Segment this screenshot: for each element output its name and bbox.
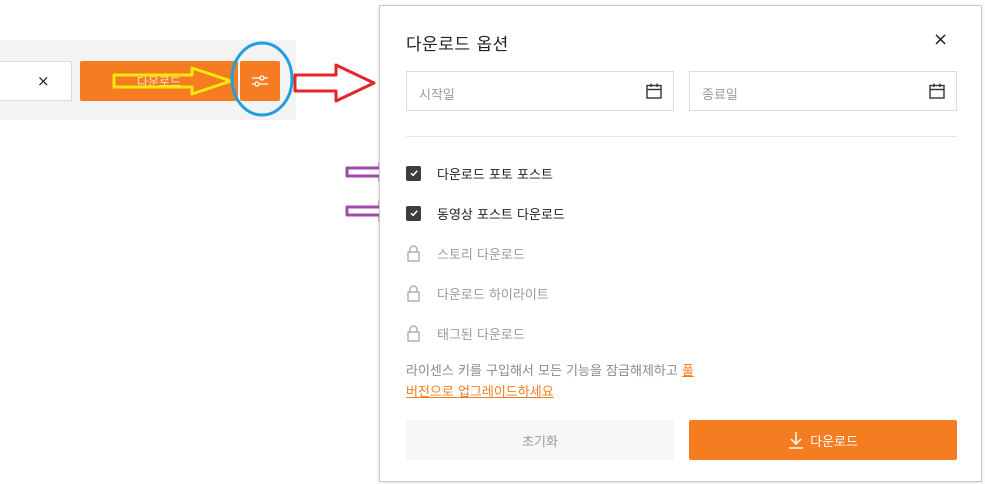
option-label: 스토리 다운로드 xyxy=(437,247,525,263)
divider xyxy=(406,136,957,137)
lock-icon xyxy=(407,325,420,342)
check-icon xyxy=(409,170,418,177)
upgrade-link[interactable]: 버전으로 업그레이드하세요 xyxy=(406,385,554,400)
download-button[interactable]: 다운로드 xyxy=(689,420,957,460)
download-label: 다운로드 xyxy=(810,434,858,450)
dialog-title: 다운로드 옵션 xyxy=(406,35,509,55)
download-options-dialog: 다운로드 옵션 × 시작일 종료일 다운로드 포토 포스트 동영상 포스트 다운… xyxy=(379,5,982,482)
option-video-posts[interactable]: 동영상 포스트 다운로드 xyxy=(406,202,565,224)
checkbox-checked[interactable] xyxy=(406,165,421,181)
close-icon[interactable]: × xyxy=(933,30,948,50)
toolbar-download-button[interactable]: 다운로드 xyxy=(80,61,238,101)
upgrade-note: 라이센스 키를 구입해서 모든 기능을 잠금해제하고 풀 버전으로 업그레이드하… xyxy=(406,361,756,403)
reset-label: 초기화 xyxy=(522,434,558,450)
option-label: 태그된 다운로드 xyxy=(437,327,525,343)
option-stories-locked: 스토리 다운로드 xyxy=(406,242,525,264)
option-label: 동영상 포스트 다운로드 xyxy=(437,207,565,223)
clear-icon[interactable]: × xyxy=(37,72,50,90)
toolbar-download-label: 다운로드 xyxy=(136,74,182,89)
download-icon xyxy=(789,432,804,449)
option-highlights-locked: 다운로드 하이라이트 xyxy=(406,282,549,304)
end-date-placeholder: 종료일 xyxy=(702,88,738,103)
lock-icon xyxy=(407,245,420,262)
upgrade-link[interactable]: 풀 xyxy=(682,364,694,379)
calendar-icon[interactable] xyxy=(928,82,946,100)
options-button[interactable] xyxy=(240,61,280,101)
option-label: 다운로드 포토 포스트 xyxy=(437,167,553,183)
start-date-placeholder: 시작일 xyxy=(419,88,455,103)
calendar-icon[interactable] xyxy=(645,82,663,100)
option-photo-posts[interactable]: 다운로드 포토 포스트 xyxy=(406,162,553,184)
search-field[interactable]: × xyxy=(0,61,72,101)
check-icon xyxy=(409,210,418,217)
option-label: 다운로드 하이라이트 xyxy=(437,287,549,303)
reset-button[interactable]: 초기화 xyxy=(406,420,674,460)
lock-icon xyxy=(407,285,420,302)
sliders-icon xyxy=(252,75,268,87)
checkbox-checked[interactable] xyxy=(406,205,421,221)
upgrade-note-text: 라이센스 키를 구입해서 모든 기능을 잠금해제하고 xyxy=(406,364,682,379)
start-date-field[interactable]: 시작일 xyxy=(406,71,674,111)
option-tagged-locked: 태그된 다운로드 xyxy=(406,322,525,344)
end-date-field[interactable]: 종료일 xyxy=(689,71,957,111)
screenshot-stage: × 다운로드 다운로드 옵션 × 시작일 종료일 다운로드 포토 포스트 동영상… xyxy=(0,0,985,484)
red-arrow-annotation xyxy=(293,63,376,103)
